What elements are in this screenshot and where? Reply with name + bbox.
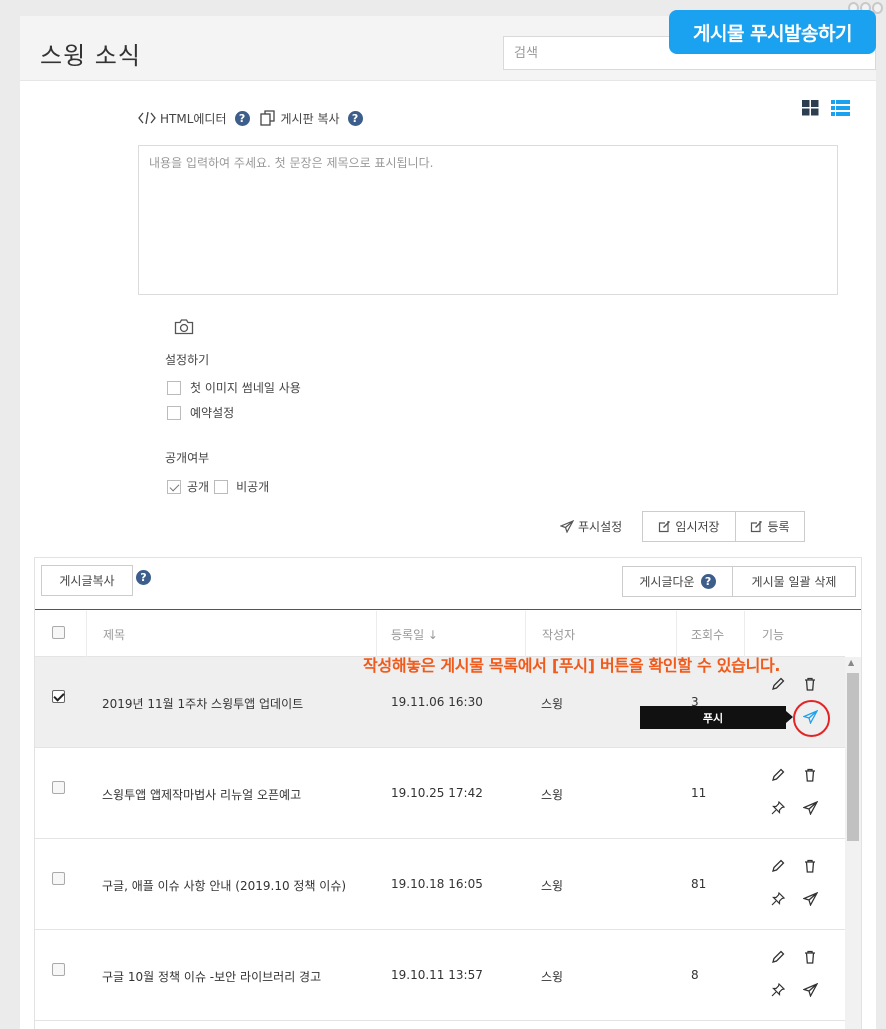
post-date: 19.10.18 16:05: [391, 877, 483, 891]
help-icon[interactable]: ?: [700, 574, 716, 589]
post-title[interactable]: 스윙투앱 앱제작마법사 리뉴얼 오픈예고: [102, 786, 301, 803]
row-checkbox[interactable]: [52, 963, 65, 976]
row-checkbox[interactable]: [52, 781, 65, 794]
pin-icon[interactable]: [771, 983, 785, 997]
post-views: 8: [691, 968, 699, 982]
post-author: 스윙: [541, 788, 564, 802]
post-title[interactable]: 2019년 11월 1주차 스윙투앱 업데이트: [102, 695, 303, 712]
public-label: 공개: [187, 480, 210, 494]
help-icon[interactable]: ?: [136, 570, 151, 585]
copy-post-button[interactable]: 게시글복사: [41, 565, 133, 596]
scroll-up-arrow[interactable]: ▲: [848, 658, 854, 667]
push-guide-banner: 게시물 푸시발송하기: [669, 10, 876, 54]
push-settings-button[interactable]: 푸시설정: [560, 518, 622, 535]
thumbnail-label: 첫 이미지 썸네일 사용: [190, 381, 301, 395]
copy-board-button[interactable]: 게시판 복사 ?: [259, 110, 363, 127]
tooltip-arrow: [786, 711, 793, 723]
thumbnail-option[interactable]: 첫 이미지 썸네일 사용: [167, 379, 301, 396]
pencil-icon[interactable]: [771, 768, 785, 782]
visibility-title: 공개여부: [165, 451, 210, 465]
column-views[interactable]: 조회수: [691, 626, 724, 643]
post-views: 11: [691, 786, 707, 800]
post-author: 스윙: [541, 879, 564, 893]
row-checkbox[interactable]: [52, 690, 65, 703]
reserve-option[interactable]: 예약설정: [167, 404, 234, 421]
table-header: 제목 등록일 ↓ 작성자 조회수 기능: [35, 611, 845, 657]
scrollbar-thumb[interactable]: [847, 673, 859, 841]
column-title[interactable]: 제목: [103, 626, 125, 643]
camera-icon: [174, 319, 194, 335]
list-toolbar: 게시글복사 ? 게시글다운 ? 게시물 일괄 삭제: [35, 558, 861, 610]
table-row[interactable]: 구글 10월 정책 이슈 -보안 라이브러리 경고 19.10.11 13:57…: [35, 930, 845, 1021]
trash-icon[interactable]: [803, 950, 817, 964]
help-icon[interactable]: ?: [234, 110, 250, 126]
push-tooltip: 푸시: [640, 706, 786, 729]
post-date: 19.10.25 17:42: [391, 786, 483, 800]
register-button[interactable]: 등록: [736, 511, 805, 542]
help-icon[interactable]: ?: [347, 110, 363, 126]
page-title: 스윙 소식: [40, 42, 141, 70]
temp-save-button[interactable]: 임시저장: [642, 511, 736, 542]
public-checkbox[interactable]: [167, 479, 181, 494]
post-date: 19.11.06 16:30: [391, 695, 483, 709]
copy-icon: [259, 110, 275, 126]
reserve-checkbox[interactable]: [167, 405, 181, 420]
temp-save-label: 임시저장: [675, 520, 720, 534]
post-actions: 임시저장 등록: [642, 511, 805, 542]
push-send-icon[interactable]: [803, 983, 818, 997]
edit-icon: [751, 521, 763, 533]
content-editor[interactable]: [138, 145, 838, 295]
table-row[interactable]: 스윙투앱 앱제작마법사 리뉴얼 오픈예고 19.10.25 17:42 스윙 1…: [35, 748, 845, 839]
column-date[interactable]: 등록일 ↓: [391, 626, 438, 643]
register-label: 등록: [767, 520, 790, 534]
trash-icon[interactable]: [803, 677, 817, 691]
view-toggle: [802, 100, 850, 116]
table-row[interactable]: 구글, 애플 이슈 사항 안내 (2019.10 정책 이슈) 19.10.18…: [35, 839, 845, 930]
post-title[interactable]: 구글, 애플 이슈 사항 안내 (2019.10 정책 이슈): [102, 877, 346, 894]
trash-icon[interactable]: [803, 768, 817, 782]
column-author[interactable]: 작성자: [542, 626, 575, 643]
download-post-label: 게시글다운: [639, 575, 695, 589]
visibility-options: 공개 비공개: [167, 478, 269, 495]
code-icon: [138, 112, 156, 124]
edit-icon: [659, 521, 671, 533]
html-editor-label: HTML에디터: [160, 111, 227, 126]
board-page: 스윙 소식 HTML에디터 ? 게시판 복사 ? 설정하기 첫 이미지 썸네일 …: [20, 16, 876, 1029]
copy-board-label: 게시판 복사: [280, 111, 340, 126]
post-title[interactable]: 구글 10월 정책 이슈 -보안 라이브러리 경고: [102, 968, 321, 985]
push-send-icon[interactable]: [803, 892, 818, 906]
guide-annotation: 작성해놓은 게시물 목록에서 [푸시] 버튼을 확인할 수 있습니다.: [363, 656, 781, 675]
pencil-icon[interactable]: [771, 950, 785, 964]
reserve-label: 예약설정: [190, 406, 235, 420]
camera-button[interactable]: [174, 318, 194, 339]
pin-icon[interactable]: [771, 801, 785, 815]
post-list: 게시글복사 ? 게시글다운 ? 게시물 일괄 삭제 제목 등록일 ↓ 작성자 조…: [34, 557, 862, 1029]
html-editor-toggle[interactable]: HTML에디터 ?: [138, 110, 250, 127]
push-settings-label: 푸시설정: [578, 520, 623, 534]
grid-view-icon[interactable]: [802, 100, 819, 116]
download-post-button[interactable]: 게시글다운 ?: [622, 566, 733, 597]
pencil-icon[interactable]: [771, 859, 785, 873]
send-icon: [560, 520, 574, 533]
select-all-checkbox[interactable]: [52, 626, 65, 639]
push-send-icon[interactable]: [803, 801, 818, 815]
post-author: 스윙: [541, 697, 564, 711]
trash-icon[interactable]: [803, 859, 817, 873]
private-label: 비공개: [236, 480, 270, 494]
thumbnail-checkbox[interactable]: [167, 380, 181, 395]
highlight-circle: [793, 700, 830, 737]
private-checkbox[interactable]: [214, 479, 229, 494]
post-author: 스윙: [541, 970, 564, 984]
pencil-icon[interactable]: [771, 677, 785, 691]
list-view-icon[interactable]: [831, 100, 850, 116]
editor-toolbar: HTML에디터 ? 게시판 복사 ?: [138, 108, 373, 128]
column-functions: 기능: [762, 628, 785, 642]
post-views: 81: [691, 877, 707, 891]
bulk-delete-button[interactable]: 게시물 일괄 삭제: [732, 566, 856, 597]
settings-title: 설정하기: [165, 353, 210, 367]
post-date: 19.10.11 13:57: [391, 968, 483, 982]
pin-icon[interactable]: [771, 892, 785, 906]
row-checkbox[interactable]: [52, 872, 65, 885]
